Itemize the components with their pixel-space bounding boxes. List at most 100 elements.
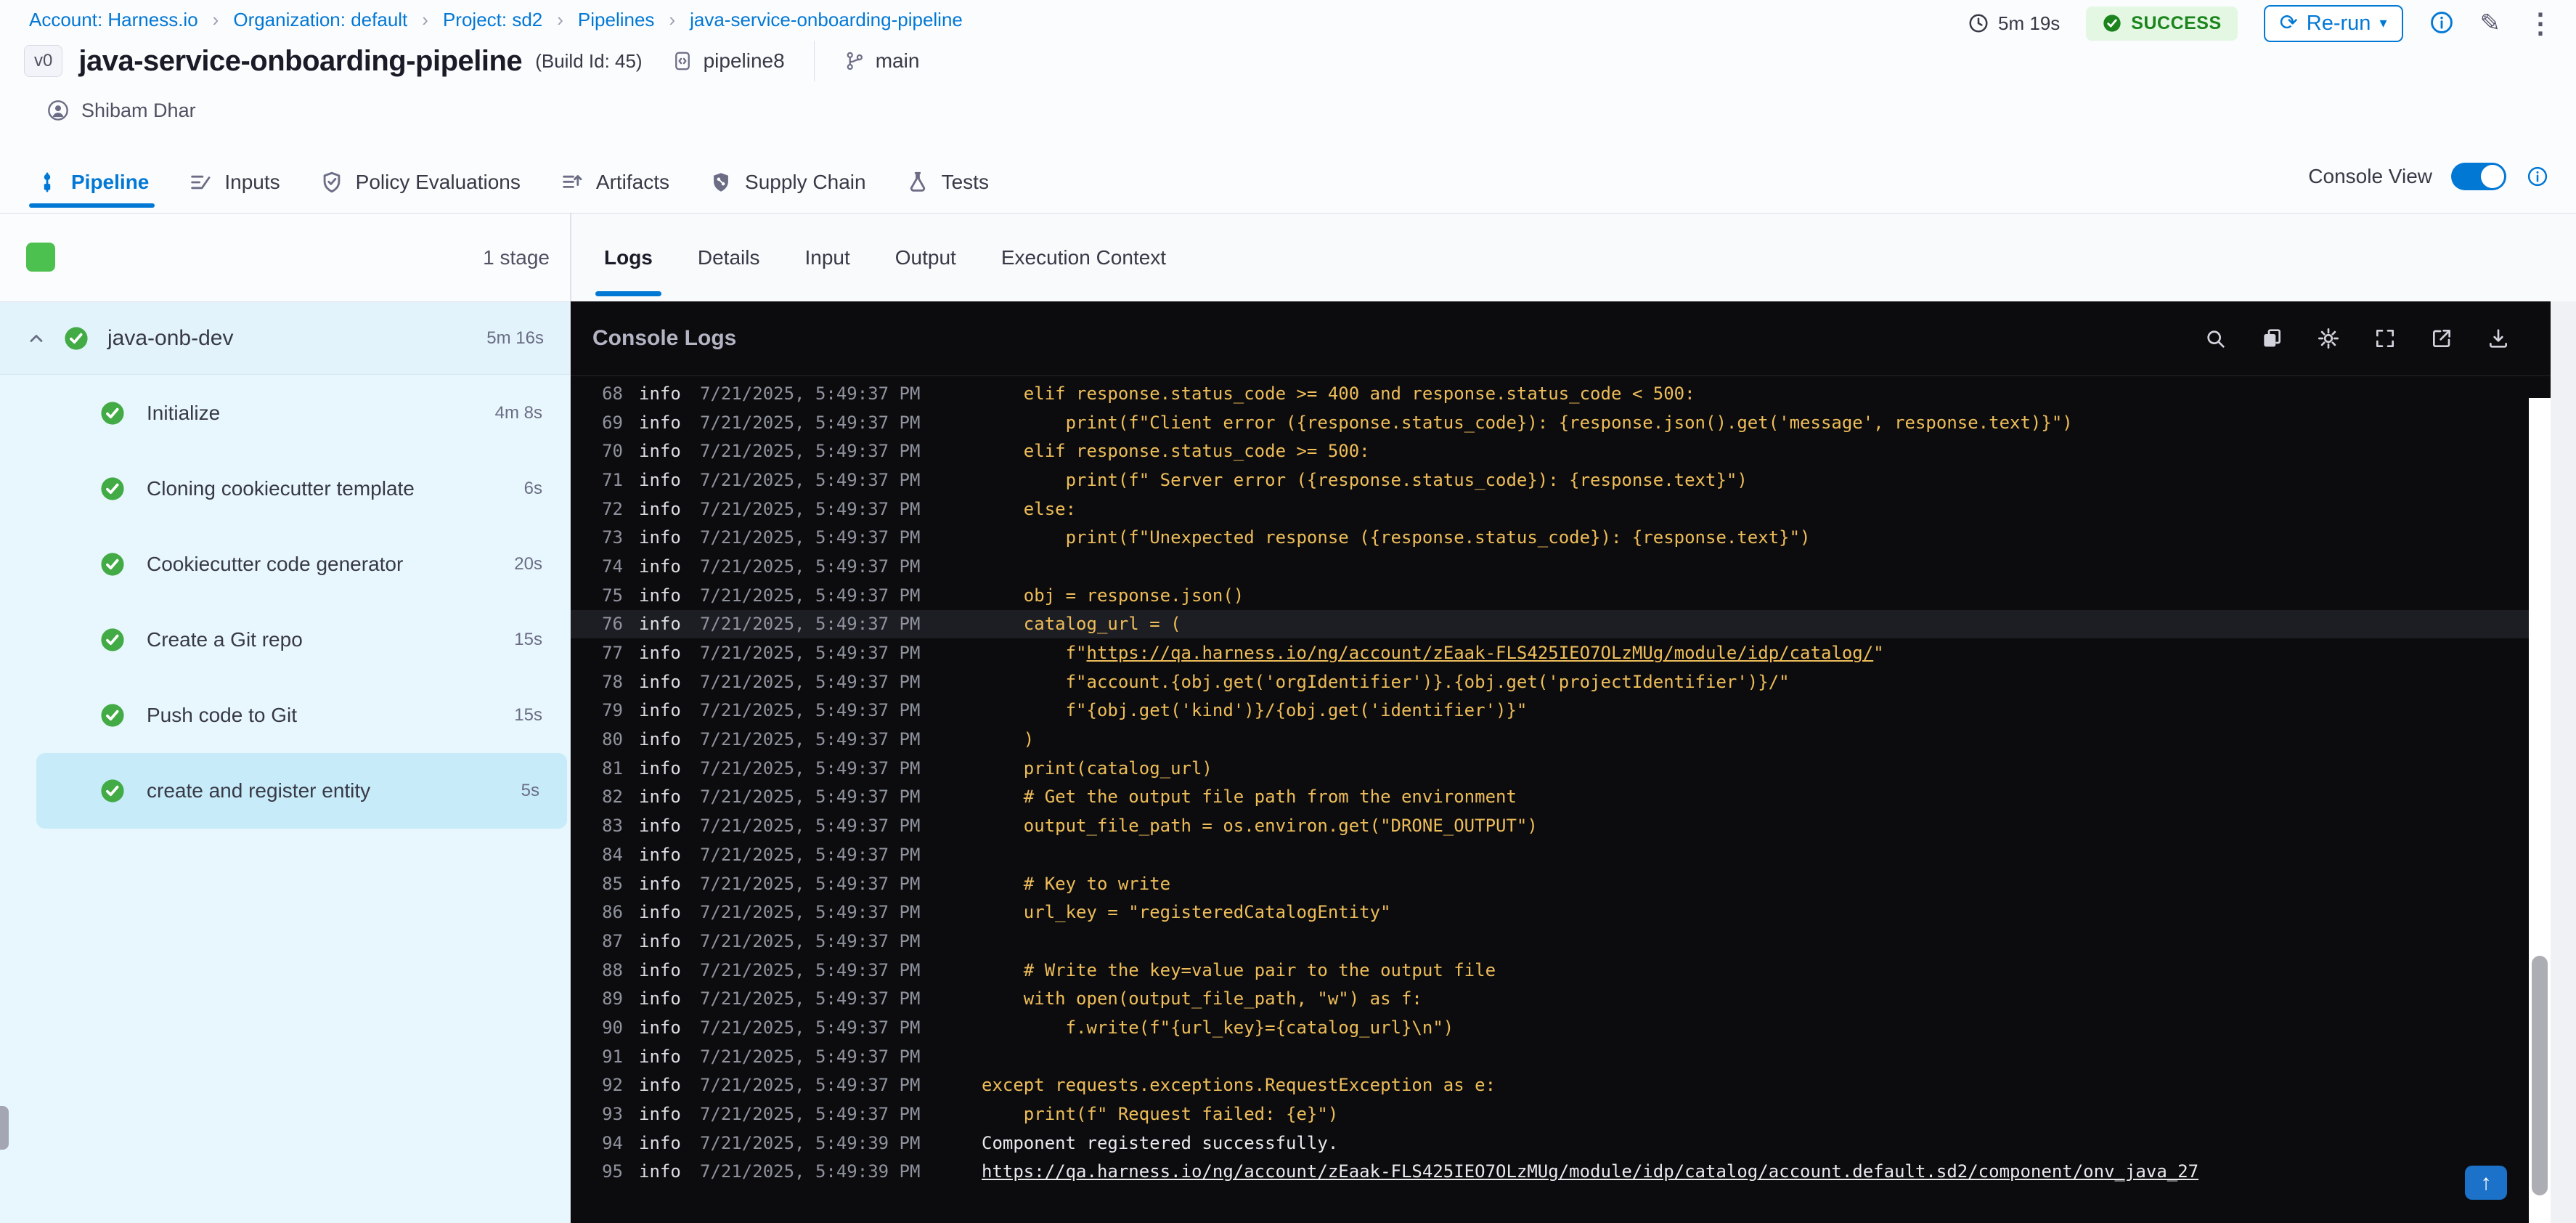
log-timestamp: 7/21/2025, 5:49:37 PM — [700, 498, 921, 519]
edit-pipeline-button[interactable]: ✎ — [2480, 9, 2501, 38]
log-text-segment: url_key = "registeredCatalogEntity" — [982, 902, 1391, 923]
log-row: 77 info 7/21/2025, 5:49:37 PM f"https://qa… — [571, 638, 2529, 667]
log-text-segment: # Write the key=value pair to the output… — [982, 959, 1496, 980]
log-text-segment: output_file_path = os.environ.get("DRONE… — [982, 816, 1538, 837]
log-row: 95 info 7/21/2025, 5:49:39 PM https://qa.ha… — [571, 1158, 2529, 1187]
search-icon[interactable] — [2204, 327, 2227, 350]
step-initialize[interactable]: Initialize 4m 8s — [0, 375, 570, 451]
download-icon[interactable] — [2487, 327, 2510, 350]
log-tab-output[interactable]: Output — [895, 246, 956, 269]
log-timestamp: 7/21/2025, 5:49:37 PM — [700, 412, 921, 433]
log-timestamp: 7/21/2025, 5:49:37 PM — [700, 643, 921, 664]
log-timestamp: 7/21/2025, 5:49:37 PM — [700, 959, 921, 980]
log-level: info — [639, 930, 681, 951]
step-push-code-to-git[interactable]: Push code to Git 15s — [0, 678, 570, 753]
console-title: Console Logs — [592, 326, 737, 350]
step-create-a-git-repo[interactable]: Create a Git repo 15s — [0, 602, 570, 678]
step-name: Cookiecutter code generator — [147, 553, 404, 575]
log-text-segment: print(f"Client error ({response.status_c… — [982, 412, 2073, 433]
log-row: 68 info 7/21/2025, 5:49:37 PM elif respons… — [571, 379, 2529, 408]
log-timestamp: 7/21/2025, 5:49:37 PM — [700, 902, 921, 923]
tab-supply-chain[interactable]: Supply Chain — [709, 170, 866, 195]
info-button[interactable] — [2429, 10, 2454, 37]
chevron-up-icon[interactable] — [26, 328, 46, 349]
divider — [813, 41, 815, 81]
log-text: elif response.status_code >= 400 and res… — [982, 383, 1695, 404]
info-icon[interactable] — [2525, 164, 2550, 189]
breadcrumb-separator: › — [557, 9, 563, 31]
edit-icon: ✎ — [2479, 9, 2501, 37]
breadcrumb-link-organization-default[interactable]: Organization: default — [233, 9, 407, 31]
log-line-number: 95 — [602, 1161, 623, 1182]
artifacts-icon — [560, 170, 584, 195]
log-timestamp: 7/21/2025, 5:49:37 PM — [700, 930, 921, 951]
breadcrumb-link-project-sd2[interactable]: Project: sd2 — [443, 9, 542, 31]
console-panel: Console Logs 68 info 7/21/2025, 5:49:37 PM… — [571, 301, 2551, 1223]
console-header: Console Logs — [571, 301, 2551, 376]
log-row: 88 info 7/21/2025, 5:49:37 PM # Write the … — [571, 956, 2529, 985]
breadcrumb-separator: › — [212, 9, 219, 31]
log-tab-logs[interactable]: Logs — [595, 246, 661, 296]
kebab-menu-icon: ⋮ — [2527, 8, 2554, 39]
log-text-segment: print(catalog_url) — [982, 757, 1212, 779]
step-cloning-cookiecutter-template[interactable]: Cloning cookiecutter template 6s — [0, 451, 570, 527]
log-tab-input[interactable]: Input — [804, 246, 849, 269]
tab-pipeline[interactable]: Pipeline — [28, 170, 155, 208]
step-name: create and register entity — [147, 779, 371, 802]
log-link[interactable]: https://qa.harness.io/ng/account/zEaak-F… — [1087, 643, 1874, 663]
log-level: info — [639, 1132, 681, 1153]
log-timestamp: 7/21/2025, 5:49:37 PM — [700, 844, 921, 865]
log-level: info — [639, 671, 681, 692]
breadcrumb: Account: Harness.io › Organization: defaul… — [29, 9, 963, 31]
breadcrumb-link-pipelines[interactable]: Pipelines — [578, 9, 655, 31]
more-options-button[interactable]: ⋮ — [2527, 7, 2554, 40]
console-scrollbar[interactable] — [2529, 398, 2551, 1223]
refresh-icon: ⟳ — [2279, 11, 2298, 35]
log-timestamp: 7/21/2025, 5:49:37 PM — [700, 614, 921, 635]
log-line-number: 73 — [602, 527, 623, 548]
log-timestamp: 7/21/2025, 5:49:37 PM — [700, 469, 921, 490]
log-line-number: 69 — [602, 412, 623, 433]
log-viewport: 68 info 7/21/2025, 5:49:37 PM elif respons… — [571, 379, 2529, 1223]
tab-label: Tests — [941, 171, 989, 193]
log-link[interactable]: https://qa.harness.io/ng/account/zEaak-F… — [982, 1161, 2198, 1182]
breadcrumb-link-account-harness-io[interactable]: Account: Harness.io — [29, 9, 198, 31]
log-level: info — [639, 787, 681, 808]
log-level: info — [639, 902, 681, 923]
log-timestamp: 7/21/2025, 5:49:37 PM — [700, 729, 921, 750]
fullscreen-icon[interactable] — [2373, 327, 2397, 350]
settings-icon[interactable] — [2317, 327, 2340, 350]
scrollbar-thumb[interactable] — [2532, 956, 2548, 1195]
log-row: 86 info 7/21/2025, 5:49:37 PM url_key = "r… — [571, 898, 2529, 927]
tab-tests[interactable]: Tests — [905, 170, 989, 195]
left-drawer-handle[interactable] — [0, 1106, 9, 1150]
tab-artifacts[interactable]: Artifacts — [560, 170, 669, 195]
log-level: info — [639, 729, 681, 750]
check-circle-icon — [2102, 13, 2122, 33]
policy-icon — [319, 170, 344, 195]
log-line-number: 94 — [602, 1132, 623, 1153]
console-view-toggle[interactable] — [2451, 163, 2506, 190]
log-row: 89 info 7/21/2025, 5:49:37 PM with open(ou… — [571, 984, 2529, 1013]
log-text-segment: obj = response.json() — [982, 585, 1244, 606]
rerun-button[interactable]: ⟳ Re-run ▾ — [2263, 4, 2403, 42]
log-timestamp: 7/21/2025, 5:49:37 PM — [700, 757, 921, 779]
scroll-to-bottom-button[interactable]: ↑ — [2465, 1166, 2507, 1200]
open-in-new-icon[interactable] — [2430, 327, 2453, 350]
log-line-number: 88 — [602, 959, 623, 980]
breadcrumb-link-java-service-onboarding-pipeline[interactable]: java-service-onboarding-pipeline — [690, 9, 963, 31]
log-text: # Get the output file path from the envi… — [982, 787, 1517, 807]
log-tab-details[interactable]: Details — [698, 246, 760, 269]
sidebar-header: 1 stage — [0, 214, 570, 302]
log-line-number: 91 — [602, 1046, 623, 1067]
log-tab-execution-context[interactable]: Execution Context — [1001, 246, 1166, 269]
step-name: Create a Git repo — [147, 628, 303, 651]
step-create-and-register-entity[interactable]: create and register entity 5s — [36, 753, 567, 829]
step-cookiecutter-code-generator[interactable]: Cookiecutter code generator 20s — [0, 527, 570, 602]
tab-inputs[interactable]: Inputs — [188, 170, 280, 195]
main-tab-bar: Pipeline Inputs Policy Evaluations Artifact… — [28, 153, 989, 212]
tab-policy-evaluations[interactable]: Policy Evaluations — [319, 170, 521, 195]
copy-icon[interactable] — [2260, 327, 2283, 350]
stage-row[interactable]: java-onb-dev 5m 16s — [0, 302, 570, 375]
log-timestamp: 7/21/2025, 5:49:37 PM — [700, 1075, 921, 1096]
